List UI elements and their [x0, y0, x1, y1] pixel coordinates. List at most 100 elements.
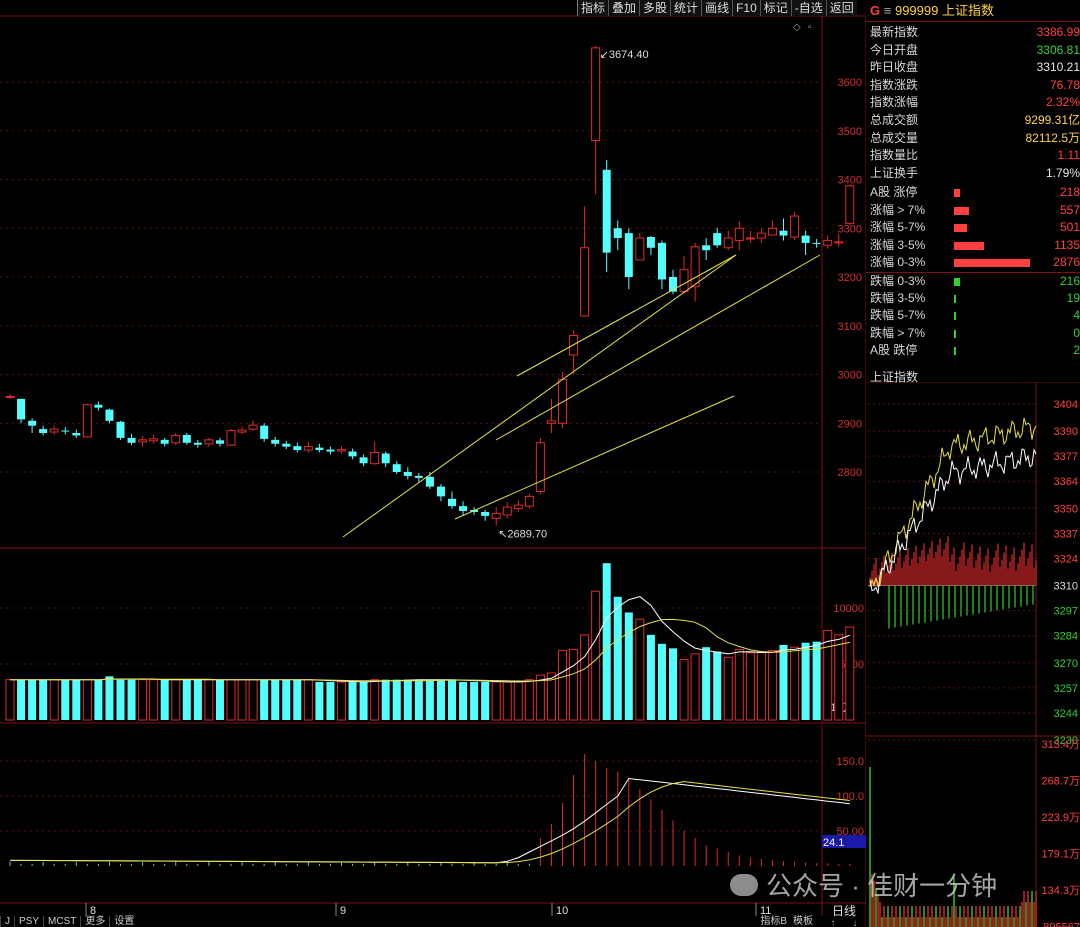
volume-bar: [535, 674, 545, 721]
candle-body: [823, 239, 833, 246]
volume-bar: [138, 679, 148, 721]
candle-body: [591, 47, 601, 141]
candle-body: [381, 453, 390, 464]
mini-price-label: 3404: [1054, 399, 1078, 411]
candle-body: [237, 429, 247, 433]
toolbar-button-2[interactable]: 多股: [639, 0, 671, 16]
volume-bar: [657, 643, 666, 720]
price-tick-label: 2800: [838, 467, 862, 479]
bottom-control[interactable]: 模板: [790, 916, 816, 927]
breadth-label: A股 跌停: [870, 343, 918, 358]
watermark-text: 公众号 · 佳财一分钟: [766, 871, 998, 901]
price-tick-label: 2900: [838, 418, 862, 430]
breadth-row: 涨幅 0-3% 2876: [866, 254, 1080, 272]
candle-body: [436, 486, 445, 497]
volume-bar: [5, 679, 15, 721]
info-row: 上证换手 1.79%: [866, 165, 1080, 183]
info-value: 1.79%: [1045, 165, 1080, 180]
mini-price-label: 3390: [1054, 426, 1078, 438]
candle-body: [204, 439, 214, 445]
breadth-bar: [954, 224, 968, 233]
candle-body: [293, 446, 302, 451]
volume-bar: [734, 648, 744, 721]
volume-bar: [470, 681, 479, 720]
candle-body: [713, 233, 722, 246]
candle-body: [425, 476, 434, 487]
bottom-control[interactable]: 指标B: [757, 916, 790, 927]
info-row: 今日开盘 3306.81: [866, 42, 1080, 60]
info-row: 总成交量 82112.5万: [866, 130, 1080, 148]
volume-bar: [790, 646, 800, 721]
toolbar-button-0[interactable]: 指标: [577, 0, 609, 16]
breadth-bar: [954, 294, 956, 303]
candle-body: [116, 421, 125, 438]
indicator-tab[interactable]: J: [0, 916, 14, 927]
toolbar-button-6[interactable]: 标记: [759, 0, 791, 16]
breadth-label: 跌幅 5-7%: [870, 308, 926, 323]
candle-body: [248, 424, 258, 430]
menu-icon[interactable]: ≡: [884, 3, 892, 18]
candle-body: [657, 242, 666, 280]
volume-bar: [669, 648, 677, 720]
toolbar-button-3[interactable]: 统计: [670, 0, 702, 16]
mini-volume-label: 895567: [1043, 922, 1080, 927]
candle-body: [502, 506, 512, 516]
price-tick-label: 3600: [838, 77, 862, 89]
indicator-tab[interactable]: MCST: [43, 916, 80, 927]
volume-bar: [82, 679, 92, 721]
candle-body: [226, 430, 236, 446]
arrow-icon[interactable]: ↓: [853, 918, 858, 927]
volume-bar: [39, 679, 48, 720]
mini-price-label: 3244: [1054, 708, 1078, 720]
volume-bar: [403, 679, 412, 720]
candle-body: [580, 247, 590, 317]
candle-body: [756, 232, 766, 239]
volume-bar: [723, 656, 733, 721]
price-tick-label: 3100: [838, 321, 862, 333]
toolbar-button-8[interactable]: 返回: [825, 0, 857, 16]
candle-body: [49, 428, 59, 433]
volume-bar: [513, 681, 523, 721]
expand-icon: ▫: [808, 22, 812, 33]
candle-body: [160, 439, 169, 444]
volume-bar: [28, 679, 37, 720]
mini-price-label: 3257: [1054, 683, 1078, 695]
candle-body: [535, 442, 545, 492]
mini-price-label: 3297: [1054, 606, 1078, 618]
toolbar-button-7[interactable]: -自选: [790, 0, 826, 16]
toolbar-button-1[interactable]: 叠加: [608, 0, 640, 16]
volume-bar: [448, 679, 456, 720]
volume-bar: [72, 679, 81, 720]
candle-body: [734, 227, 744, 241]
candle-body: [767, 227, 777, 236]
candle-body: [215, 440, 224, 444]
volume-bar: [635, 618, 645, 721]
breadth-label: 涨幅 5-7%: [870, 220, 926, 235]
candle-body: [138, 439, 148, 443]
volume-bar: [569, 648, 579, 721]
candle-body: [403, 472, 412, 476]
intraday-mini-chart[interactable]: 3404 3390 3377 3364 3350 3337 3324 3310 3297 3284…: [866, 382, 1080, 927]
candle-body: [193, 442, 202, 445]
toolbar-button-5[interactable]: F10: [732, 0, 760, 16]
volume-bar: [127, 679, 136, 720]
volume-bar: [215, 679, 224, 720]
info-value: 76.78: [1049, 77, 1080, 92]
toolbar-button-4[interactable]: 画线: [701, 0, 733, 16]
indicator-tab[interactable]: 更多: [80, 916, 109, 927]
mini-price-label: 3337: [1054, 528, 1078, 540]
volume-bar: [580, 634, 590, 721]
volume-bar: [193, 679, 202, 720]
market-flag: G: [870, 3, 881, 18]
indicator-tab[interactable]: 设置: [109, 916, 138, 927]
candle-body: [702, 245, 711, 251]
indicator-tab[interactable]: PSY: [14, 916, 43, 927]
arrow-icon[interactable]: ↑: [831, 918, 836, 927]
candle-body: [745, 237, 755, 240]
info-value: 3386.99: [1036, 25, 1080, 39]
main-kline-chart[interactable]: 280029003000310032003300340035003600◇ ▫↙3…: [0, 0, 866, 927]
candle-body: [359, 457, 368, 464]
index-name: 上证指数: [941, 3, 994, 18]
volume-bar: [49, 679, 59, 721]
breadth-row: 跌幅 5-7% 4: [866, 307, 1080, 325]
